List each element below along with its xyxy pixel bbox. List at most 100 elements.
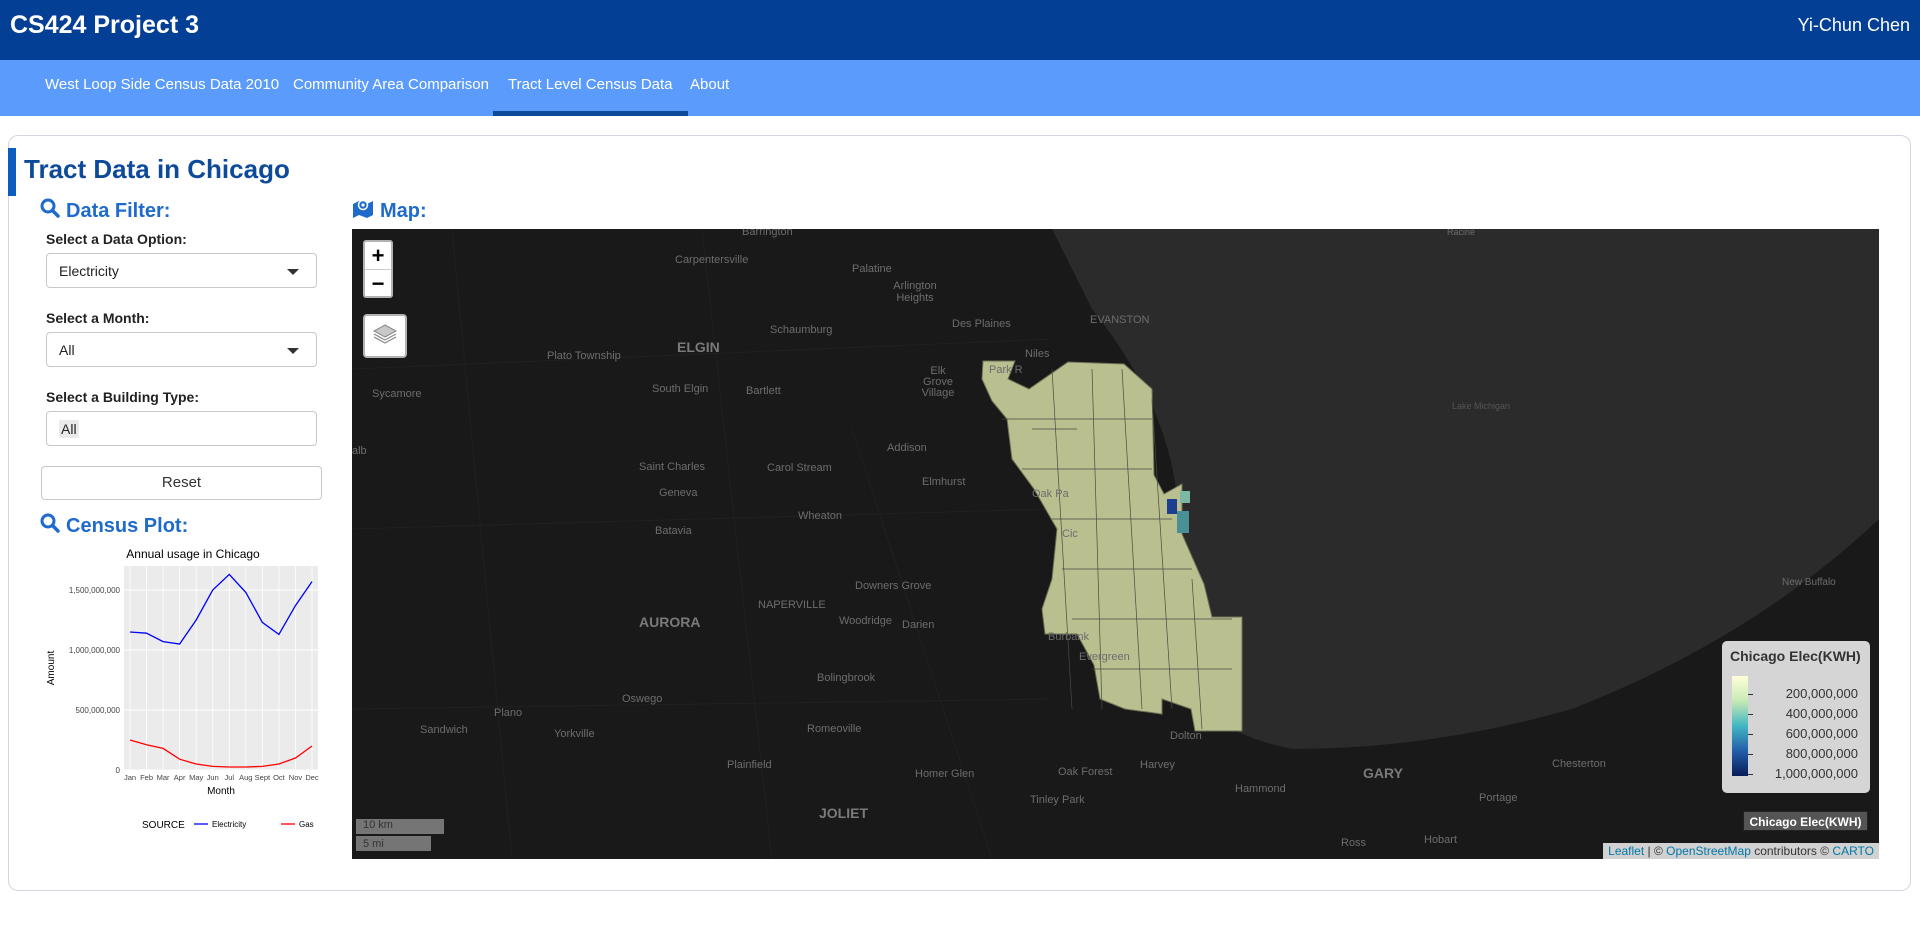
map-place-label: Darien (902, 619, 935, 631)
layers-button[interactable] (363, 314, 407, 358)
search-icon (40, 513, 60, 539)
map-place-label: Saint Charles (639, 461, 706, 473)
layer-toggle-button[interactable]: Chicago Elec(KWH) (1743, 811, 1868, 831)
app-header: CS424 Project 3 Yi-Chun Chen (0, 0, 1920, 60)
legend-title: Chicago Elec(KWH) (1730, 648, 1861, 664)
tab-tract-level[interactable]: Tract Level Census Data (493, 60, 688, 116)
legend-label: 1,000,000,000 (1774, 766, 1858, 781)
map-place-label: South Elgin (652, 383, 709, 395)
census-plot-heading: Census Plot: (40, 513, 188, 539)
y-tick-label: 500,000,000 (76, 706, 121, 715)
zoom-control: + − (363, 240, 393, 298)
x-tick-label: Jan (124, 773, 136, 782)
search-icon (40, 198, 60, 224)
data-filter-heading: Data Filter: (40, 198, 170, 224)
map-place-label: Schaumburg (770, 324, 833, 336)
map-marker-icon (352, 198, 374, 224)
map-place-label: Plano (494, 707, 523, 719)
legend-tick (1748, 694, 1753, 695)
plot-panel (124, 566, 318, 770)
map-place-label: Elmhurst (922, 476, 966, 488)
leaflet-map[interactable]: Barrington Carpentersville Palatine Arli… (352, 229, 1879, 859)
map-place-label: Tinley Park (1030, 794, 1085, 806)
user-name: Yi-Chun Chen (1797, 15, 1910, 35)
legend-tick (1748, 774, 1753, 775)
map-place-label: Bartlett (746, 385, 781, 397)
map-place-label: Chesterton (1552, 758, 1606, 770)
x-tick-label: Jul (224, 773, 234, 782)
map-place-label: NAPERVILLE (758, 599, 826, 611)
map-place-label: Woodridge (839, 615, 892, 627)
tab-about[interactable]: About (675, 60, 744, 116)
map-place-label: JOLIET (819, 805, 869, 821)
map-place-label: Evergreen (1079, 651, 1130, 663)
data-option-select[interactable]: Electricity (46, 253, 317, 288)
layers-icon (372, 321, 398, 352)
map-place-label: Racine (1447, 229, 1476, 237)
map-place-label: Arlington Heights (893, 280, 937, 304)
map-place-label: alb (352, 445, 367, 457)
map-place-label: Portage (1479, 792, 1518, 804)
x-axis-label: Month (207, 786, 235, 797)
y-tick-label: 0 (116, 766, 121, 775)
x-tick-label: Nov (289, 773, 303, 782)
title-accent (8, 148, 16, 196)
legend-label: Electricity (212, 820, 246, 829)
x-tick-label: Oct (273, 773, 286, 782)
tab-west-loop[interactable]: West Loop Side Census Data 2010 (30, 60, 294, 116)
map-place-label: Burbank (1048, 631, 1089, 643)
reset-button[interactable]: Reset (41, 466, 322, 500)
map-place-label: ELGIN (677, 339, 720, 355)
legend-label: Gas (299, 820, 314, 829)
legend-label: 200,000,000 (1785, 686, 1858, 701)
legend-label: 800,000,000 (1785, 746, 1858, 761)
legend-label: 400,000,000 (1785, 706, 1858, 721)
map-place-label: Park R (989, 364, 1023, 376)
map-label: Map: (380, 199, 427, 222)
map-place-label: Dolton (1170, 730, 1202, 742)
tab-community-area[interactable]: Community Area Comparison (278, 60, 504, 116)
x-tick-label: Jun (207, 773, 219, 782)
building-type-chip[interactable]: All (59, 420, 79, 438)
osm-link[interactable]: OpenStreetMap (1666, 844, 1751, 858)
attribution-sep: | © (1644, 844, 1667, 858)
chevron-down-icon (287, 348, 299, 354)
tract-medium-usage[interactable] (1177, 511, 1189, 533)
map-place-label: Oak Pa (1032, 488, 1069, 500)
chart-title: Annual usage in Chicago (126, 547, 260, 561)
map-place-label: Lake Michigan (1452, 401, 1511, 411)
map-place-label: Barrington (742, 229, 793, 238)
map-place-label: Romeoville (807, 723, 862, 735)
map-place-label: Niles (1025, 348, 1050, 360)
building-type-input[interactable]: All (46, 411, 317, 446)
nav-bar: West Loop Side Census Data 2010 Communit… (0, 60, 1920, 116)
zoom-out-button[interactable]: − (365, 269, 391, 296)
tract-med-low-usage[interactable] (1180, 491, 1190, 503)
map-legend: Chicago Elec(KWH) 200,000,000 400,000,00… (1722, 641, 1870, 793)
month-select[interactable]: All (46, 332, 317, 367)
map-place-label: Sycamore (372, 388, 422, 400)
annual-usage-chart: Annual usage in Chicago 0 500,000,000 1,00… (46, 547, 319, 831)
tract-high-usage[interactable] (1167, 499, 1177, 514)
map-place-label: Palatine (852, 263, 892, 275)
map-place-label: Plainfield (727, 759, 772, 771)
map-place-label: Ross (1341, 837, 1367, 849)
map-place-label: Plato Township (547, 350, 621, 362)
map-heading: Map: (352, 198, 427, 224)
scale-mi: 5 mi (356, 836, 431, 851)
map-place-label: AURORA (639, 614, 701, 630)
zoom-in-button[interactable]: + (365, 242, 391, 269)
x-tick-label: Feb (140, 773, 153, 782)
map-attribution: Leaflet | © OpenStreetMap contributors ©… (1603, 843, 1879, 859)
map-place-label: Sandwich (420, 724, 468, 736)
carto-link[interactable]: CARTO (1832, 844, 1874, 858)
map-place-label: Carol Stream (767, 462, 832, 474)
legend-label: 600,000,000 (1785, 726, 1858, 741)
road-lines (352, 229, 1053, 859)
month-label: Select a Month: (46, 310, 150, 326)
legend-title: SOURCE (142, 820, 185, 831)
leaflet-link[interactable]: Leaflet (1608, 844, 1644, 858)
map-place-label: Des Plaines (952, 318, 1011, 330)
map-place-label: Bolingbrook (817, 672, 876, 684)
map-place-label: Homer Glen (915, 768, 975, 780)
